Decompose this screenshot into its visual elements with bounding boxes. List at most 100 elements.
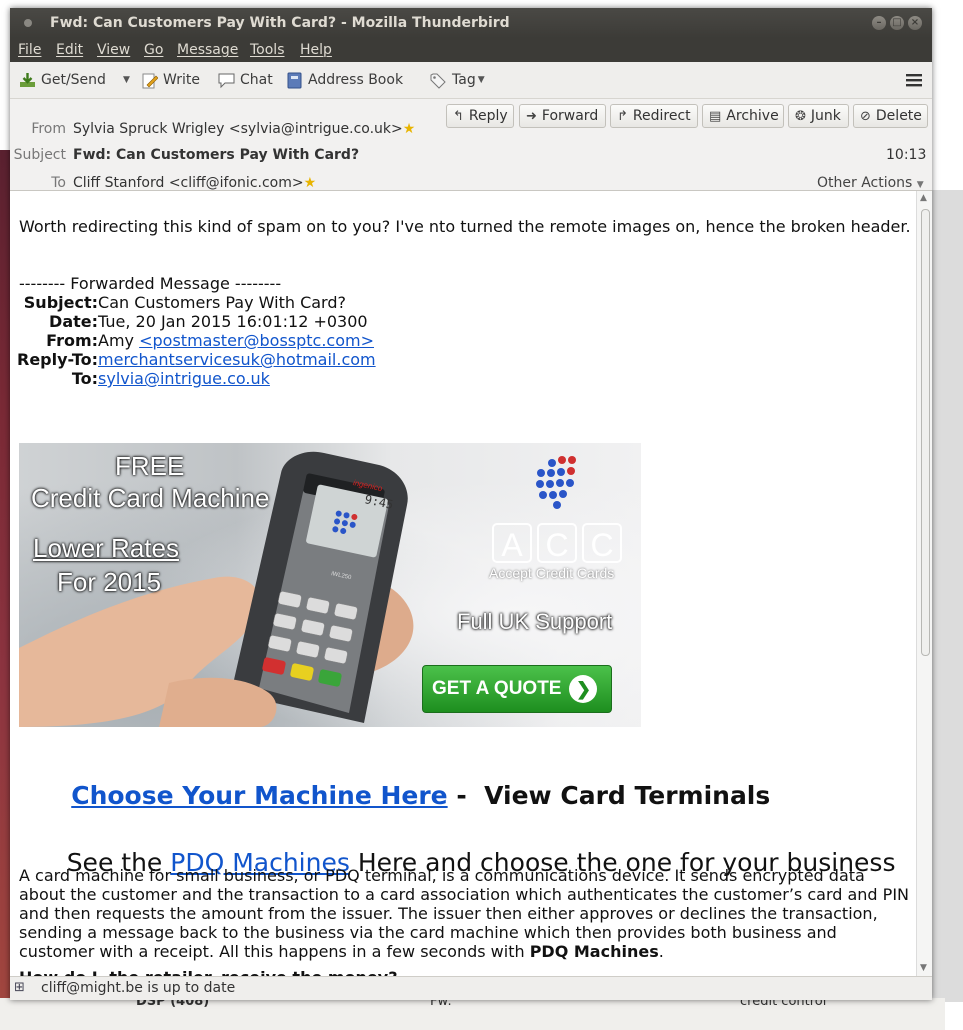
redirect-icon: ↱ (617, 108, 628, 124)
acc-letter-c2: C (582, 523, 622, 563)
fwd-from-row: From: Amy <postmaster@bossptc.com> (17, 331, 376, 350)
forward-button[interactable]: ➜ Forward (519, 104, 606, 128)
fwd-to-label: To: (71, 369, 99, 388)
menu-file[interactable]: File (18, 42, 41, 58)
fwd-from-email-link[interactable]: <postmaster@bossptc.com> (139, 331, 374, 350)
description-paragraph: A card machine for small business, or PD… (19, 866, 914, 961)
window-menu-icon[interactable] (24, 19, 32, 27)
close-icon[interactable]: × (908, 16, 922, 30)
redirect-button[interactable]: ↱ Redirect (610, 104, 698, 128)
get-a-quote-label: GET A QUOTE (432, 678, 562, 699)
view-card-terminals-text: - View Card Terminals (447, 781, 771, 810)
choose-machine-link[interactable]: Choose Your Machine Here (71, 781, 447, 810)
fwd-from-label: From: (46, 331, 99, 350)
forward-icon: ➜ (526, 108, 537, 124)
from-address[interactable]: Sylvia Spruck Wrigley <sylvia@intrigue.c… (73, 121, 403, 137)
reply-label: Reply (468, 108, 508, 124)
star-icon[interactable]: ★ (304, 175, 317, 191)
hamburger-icon (906, 74, 922, 87)
address-book-icon (287, 72, 302, 88)
forward-label: Forward (541, 108, 599, 124)
write-label: Write (163, 72, 200, 88)
ad-accept-credit-cards-text: Accept Credit Cards (489, 565, 615, 581)
scrollbar-thumb[interactable] (921, 209, 930, 656)
menu-bar: File Edit View Go Message Tools Help (10, 38, 932, 62)
delete-label: Delete (875, 108, 922, 124)
write-button[interactable]: Write (141, 70, 200, 90)
tag-label: Tag (452, 72, 476, 88)
fwd-replyto-link[interactable]: merchantservicesuk@hotmail.com (98, 350, 376, 369)
fwd-date-label: Date: (49, 312, 99, 331)
from-label: From (31, 121, 66, 137)
chat-bubble-icon (218, 73, 235, 88)
message-time: 10:13 (886, 147, 927, 163)
fwd-subject-label: Subject: (23, 293, 99, 312)
menu-tools[interactable]: Tools (250, 42, 285, 58)
to-value[interactable]: Cliff Stanford <cliff@ifonic.com>★ (73, 175, 316, 191)
message-scrollbar[interactable]: ▲ ▼ (916, 191, 932, 976)
fwd-replyto-label: Reply-To: (17, 350, 99, 369)
app-menu-button[interactable] (906, 70, 922, 90)
menu-help[interactable]: Help (300, 42, 332, 58)
maximize-icon[interactable]: □ (890, 16, 904, 30)
tag-button[interactable]: Tag ▼ (430, 70, 485, 90)
fwd-to-cell: sylvia@intrigue.co.uk (98, 369, 376, 388)
to-address[interactable]: Cliff Stanford <cliff@ifonic.com> (73, 175, 304, 191)
fwd-to-row: To: sylvia@intrigue.co.uk (17, 369, 376, 388)
fwd-date-row: Date: Tue, 20 Jan 2015 16:01:12 +0300 (17, 312, 376, 331)
title-bar[interactable]: Fwd: Can Customers Pay With Card? - Mozi… (10, 8, 932, 38)
forwarded-separator: -------- Forwarded Message -------- (19, 274, 282, 293)
download-icon (20, 72, 35, 87)
menu-go[interactable]: Go (144, 42, 163, 58)
archive-icon: ▤ (709, 108, 722, 124)
ad-full-uk-support-text: Full UK Support (457, 609, 613, 634)
scroll-up-icon[interactable]: ▲ (920, 193, 927, 203)
acc-dots-logo (536, 456, 576, 509)
fwd-from-name: Amy (98, 331, 140, 350)
acc-letter-a: A (492, 523, 532, 563)
archive-button[interactable]: ▤ Archive (702, 104, 784, 128)
minimize-icon[interactable]: – (872, 16, 886, 30)
get-a-quote-button[interactable]: GET A QUOTE ❯ (422, 665, 612, 713)
delete-button[interactable]: ⊘ Delete (853, 104, 928, 128)
chevron-down-icon: ▼ (916, 180, 924, 190)
menu-edit[interactable]: Edit (56, 42, 83, 58)
network-status-icon: ⊞ (14, 980, 25, 995)
from-value[interactable]: Sylvia Spruck Wrigley <sylvia@intrigue.c… (73, 121, 415, 137)
chat-button[interactable]: Chat (218, 70, 273, 90)
ad-free-text: FREE (115, 451, 185, 481)
cut-off-heading: How do I, the retailer, receive the mone… (19, 968, 398, 976)
archive-label: Archive (726, 108, 779, 124)
main-toolbar: Get/Send ▼ Write Chat Address Book Tag ▼ (10, 62, 932, 99)
other-actions-label: Other Actions (817, 175, 913, 191)
background-window-bottom: DSP (408) Fw: credit control (0, 994, 945, 1030)
getsend-dropdown-icon[interactable]: ▼ (123, 75, 130, 85)
pencil-icon (142, 73, 158, 88)
reply-button[interactable]: ↰ Reply (446, 104, 514, 128)
chat-label: Chat (240, 72, 273, 88)
scroll-down-icon[interactable]: ▼ (920, 963, 927, 973)
fwd-replyto-cell: merchantservicesuk@hotmail.com (98, 350, 376, 369)
ad-credit-card-machine-text: Credit Card Machine (31, 483, 270, 513)
ad-lower-rates-text: Lower Rates (33, 533, 179, 563)
status-bar: ⊞ cliff@might.be is up to date (10, 976, 932, 1000)
menu-message[interactable]: Message (177, 42, 238, 58)
junk-button[interactable]: ❂ Junk (788, 104, 849, 128)
junk-icon: ❂ (795, 108, 806, 124)
advertisement-banner[interactable]: ingenico 9:45 iWL250 FREE Credit Card Ma… (19, 443, 641, 727)
tag-icon (430, 73, 446, 89)
intro-text: Worth redirecting this kind of spam on t… (19, 217, 911, 236)
star-icon[interactable]: ★ (403, 121, 416, 137)
window-title: Fwd: Can Customers Pay With Card? - Mozi… (50, 15, 510, 31)
reply-icon: ↰ (453, 108, 464, 124)
other-actions-button[interactable]: Other Actions ▼ (817, 175, 924, 191)
fwd-subject-value: Can Customers Pay With Card? (98, 293, 346, 312)
status-text: cliff@might.be is up to date (41, 980, 236, 996)
subject-label: Subject (13, 147, 66, 163)
fwd-to-link[interactable]: sylvia@intrigue.co.uk (98, 369, 270, 388)
getsend-button[interactable]: Get/Send ▼ (19, 70, 130, 90)
menu-view[interactable]: View (97, 42, 130, 58)
addressbook-button[interactable]: Address Book (286, 70, 403, 90)
to-label: To (51, 175, 66, 191)
paragraph-bold-text: PDQ Machines (529, 942, 659, 961)
